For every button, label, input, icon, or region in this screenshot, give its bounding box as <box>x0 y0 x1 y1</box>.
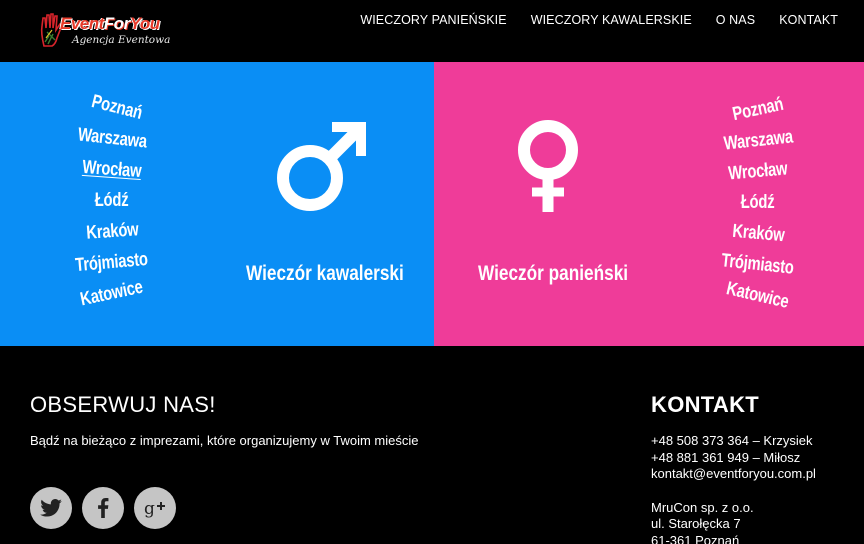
bachelor-title[interactable]: Wieczór kawalerski <box>246 262 404 286</box>
site-footer: OBSERWUJ NAS! Bądź na bieżąco z imprezam… <box>0 346 864 544</box>
nav-item-kontakt[interactable]: KONTAKT <box>779 13 838 27</box>
bachelor-city-wroclaw[interactable]: Wrocław <box>81 152 142 187</box>
bachelorette-city-wroclaw[interactable]: Wrocław <box>727 153 789 189</box>
bachelorette-title[interactable]: Wieczór panieński <box>478 262 628 286</box>
bachelorette-city-krakow[interactable]: Kraków <box>731 216 786 251</box>
follow-text: Bądź na bieżąco z imprezami, które organ… <box>30 433 419 448</box>
bachelor-city-lodz[interactable]: Łódź <box>95 185 129 216</box>
google-plus-button[interactable]: g <box>134 487 176 529</box>
social-links: g <box>30 487 176 529</box>
bachelor-city-krakow[interactable]: Kraków <box>85 214 139 249</box>
nav-item-wieczory-panienskie[interactable]: WIECZORY PANIEŃSKIE <box>360 13 506 27</box>
logo-name-event: Event <box>60 14 104 33</box>
bachelor-panel[interactable]: Poznań Warszawa Wrocław Łódź Kraków Trój… <box>0 62 434 346</box>
male-symbol-icon <box>277 122 366 211</box>
facebook-icon <box>98 498 109 518</box>
facebook-button[interactable] <box>82 487 124 529</box>
contact-phone-krzysiek[interactable]: +48 508 373 364 – Krzysiek <box>651 433 816 450</box>
logo-name-you: You <box>129 14 160 33</box>
contact-email[interactable]: kontakt@eventforyou.com.pl <box>651 466 816 483</box>
nav-item-wieczory-kawalerskie[interactable]: WIECZORY KAWALERSKIE <box>531 13 692 27</box>
bachelor-city-list: Poznań Warszawa Wrocław Łódź Kraków Trój… <box>52 91 172 310</box>
bachelorette-panel[interactable]: Wieczór panieński Poznań Warszawa Wrocła… <box>434 62 864 346</box>
contact-city: 61-361 Poznań <box>651 532 740 544</box>
twitter-icon <box>40 499 62 517</box>
follow-title: OBSERWUJ NAS! <box>30 392 216 417</box>
contact-phone-milosz[interactable]: +48 881 361 949 – Miłosz <box>651 450 816 467</box>
contact-info: +48 508 373 364 – Krzysiek +48 881 361 9… <box>651 433 816 544</box>
bachelorette-city-list: Poznań Warszawa Wrocław Łódź Kraków Trój… <box>698 94 818 313</box>
contact-title: KONTAKT <box>651 392 760 417</box>
logo-tagline: Agencja Eventowa <box>72 34 171 46</box>
contact-street: ul. Starołęcka 7 <box>651 516 741 531</box>
female-symbol-icon <box>518 120 578 212</box>
logo-name-for: For <box>103 14 130 33</box>
nav-item-o-nas[interactable]: O NAS <box>716 13 755 27</box>
contact-company: MruCon sp. z o.o. <box>651 499 754 515</box>
main-nav: WIECZORY PANIEŃSKIE WIECZORY KAWALERSKIE… <box>360 13 838 27</box>
site-header: EventForYou Agencja Eventowa WIECZORY PA… <box>0 0 864 62</box>
bachelorette-city-lodz[interactable]: Łódź <box>741 187 775 218</box>
twitter-button[interactable] <box>30 487 72 529</box>
svg-text:g: g <box>144 499 155 518</box>
google-plus-icon: g <box>144 499 165 518</box>
logo[interactable]: EventForYou Agencja Eventowa <box>38 12 178 50</box>
